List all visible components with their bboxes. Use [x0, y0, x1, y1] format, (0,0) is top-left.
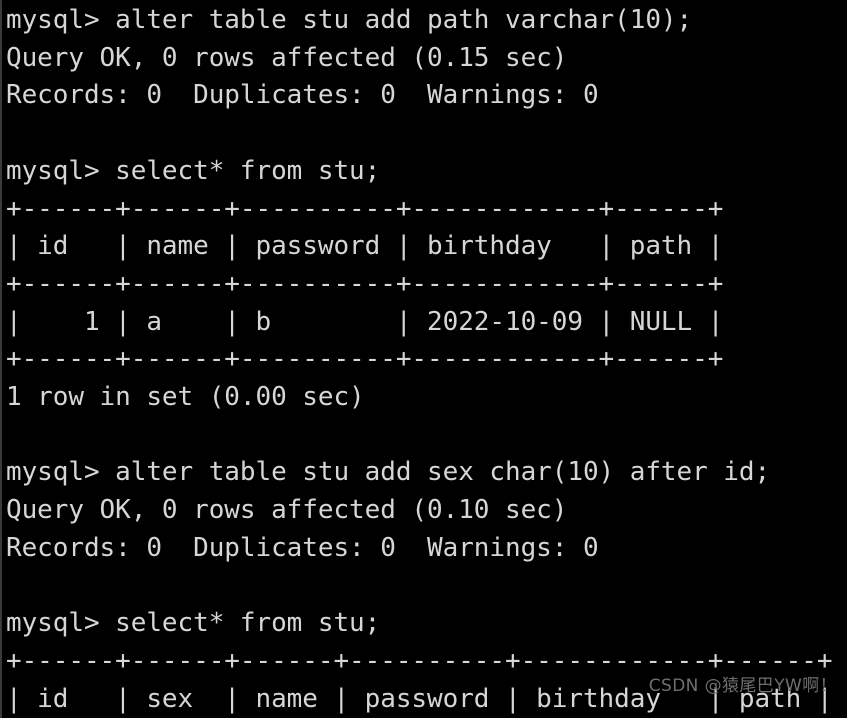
csdn-watermark: CSDN @猿尾巴YW啊！ — [648, 676, 837, 696]
terminal-window[interactable]: mysql> alter table stu add path varchar(… — [0, 0, 847, 718]
terminal-output-text: mysql> alter table stu add path varchar(… — [6, 5, 833, 714]
